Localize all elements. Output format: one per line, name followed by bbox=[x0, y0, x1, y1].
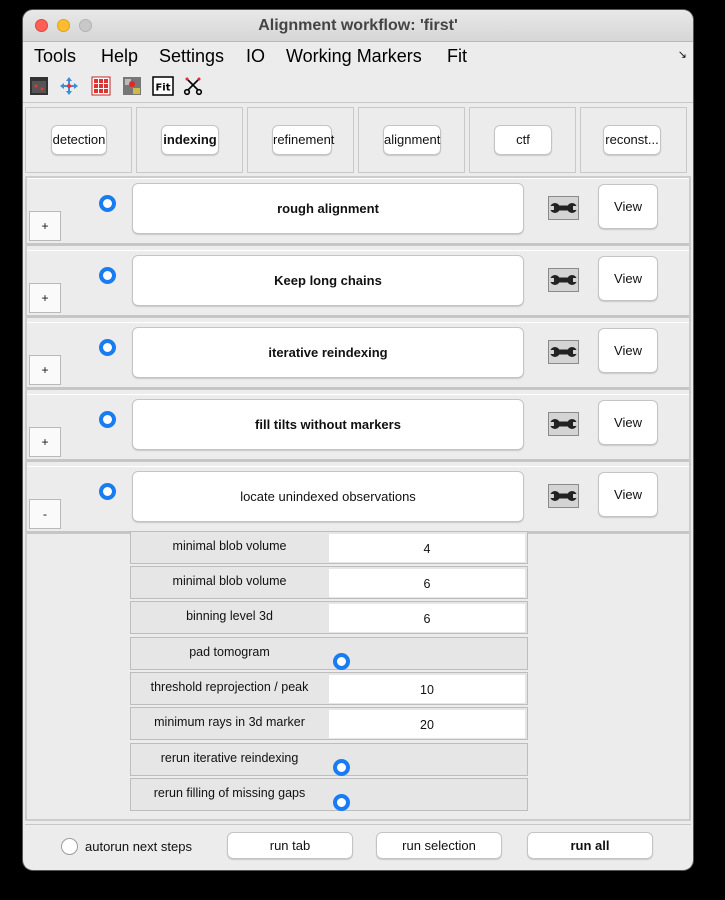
step-enabled-radio[interactable] bbox=[99, 267, 116, 284]
steps-panel: + rough alignment View + Keep long chain… bbox=[25, 176, 691, 821]
grid-icon[interactable] bbox=[91, 76, 111, 96]
wrench-icon[interactable] bbox=[548, 268, 579, 292]
menu-io[interactable]: IO bbox=[246, 46, 265, 67]
param-input[interactable]: 10 bbox=[329, 675, 525, 703]
pad-tomogram-radio[interactable] bbox=[333, 653, 350, 670]
step-keep-long-chains: + Keep long chains View bbox=[27, 250, 689, 318]
tab-cell-indexing: indexing bbox=[136, 107, 243, 173]
param-row: minimal blob volume 4 bbox=[130, 531, 528, 564]
param-label: minimum rays in 3d marker bbox=[154, 715, 305, 729]
title-bar: Alignment workflow: 'first' bbox=[23, 10, 693, 42]
param-label: threshold reprojection / peak bbox=[150, 680, 309, 694]
autorun-label: autorun next steps bbox=[85, 839, 192, 854]
wrench-icon[interactable] bbox=[548, 340, 579, 364]
param-row: rerun filling of missing gaps bbox=[130, 778, 528, 811]
step-enabled-radio[interactable] bbox=[99, 339, 116, 356]
tab-indexing[interactable]: indexing bbox=[161, 125, 219, 155]
expand-step-button[interactable]: + bbox=[29, 427, 61, 457]
tab-ctf[interactable]: ctf bbox=[494, 125, 552, 155]
param-label: rerun iterative reindexing bbox=[160, 751, 299, 765]
alignment-workflow-window: Alignment workflow: 'first' Tools Help S… bbox=[23, 10, 693, 870]
window-title: Alignment workflow: 'first' bbox=[258, 17, 458, 34]
view-button[interactable]: View bbox=[598, 328, 658, 373]
step-enabled-radio[interactable] bbox=[99, 411, 116, 428]
menu-settings[interactable]: Settings bbox=[159, 46, 224, 67]
rerun-filling-radio[interactable] bbox=[333, 794, 350, 811]
expand-step-button[interactable]: + bbox=[29, 355, 61, 385]
autorun-radio[interactable] bbox=[61, 838, 78, 855]
tab-cell-ctf: ctf bbox=[469, 107, 576, 173]
param-label: minimal blob volume bbox=[172, 539, 287, 553]
param-label: minimal blob volume bbox=[172, 574, 287, 588]
rerun-reindexing-radio[interactable] bbox=[333, 759, 350, 776]
tab-reconstruction[interactable]: reconst... bbox=[603, 125, 661, 155]
step-enabled-radio[interactable] bbox=[99, 483, 116, 500]
marker-view-icon[interactable] bbox=[122, 76, 142, 96]
step-enabled-radio[interactable] bbox=[99, 195, 116, 212]
param-label: binning level 3d bbox=[186, 609, 273, 623]
view-button[interactable]: View bbox=[598, 400, 658, 445]
expand-step-button[interactable]: + bbox=[29, 211, 61, 241]
run-all-button[interactable]: run all bbox=[527, 832, 653, 859]
param-label: pad tomogram bbox=[189, 645, 270, 659]
expand-step-button[interactable]: + bbox=[29, 283, 61, 313]
step-run-button[interactable]: iterative reindexing bbox=[132, 327, 524, 378]
step-fill-tilts: + fill tilts without markers View bbox=[27, 394, 689, 462]
param-label: rerun filling of missing gaps bbox=[153, 786, 306, 800]
collapse-step-button[interactable]: - bbox=[29, 499, 61, 529]
run-tab-button[interactable]: run tab bbox=[227, 832, 353, 859]
wrench-icon[interactable] bbox=[548, 412, 579, 436]
tab-cell-alignment: alignment bbox=[358, 107, 465, 173]
step-run-button[interactable]: Keep long chains bbox=[132, 255, 524, 306]
param-input[interactable]: 6 bbox=[329, 604, 525, 632]
param-row: rerun iterative reindexing bbox=[130, 743, 528, 776]
step-run-button[interactable]: rough alignment bbox=[132, 183, 524, 234]
toolbar: Fit bbox=[23, 69, 693, 103]
menu-tools[interactable]: Tools bbox=[34, 46, 76, 67]
param-row: minimal blob volume 6 bbox=[130, 566, 528, 599]
step-locate-unindexed: - locate unindexed observations View bbox=[27, 466, 689, 534]
view-button[interactable]: View bbox=[598, 472, 658, 517]
param-row: threshold reprojection / peak 10 bbox=[130, 672, 528, 705]
tab-cell-refinement: refinement bbox=[247, 107, 354, 173]
param-row: pad tomogram bbox=[130, 637, 528, 670]
workflow-tabs: detection indexing refinement alignment … bbox=[25, 107, 691, 173]
scissors-icon[interactable] bbox=[183, 76, 203, 96]
wrench-icon[interactable] bbox=[548, 196, 579, 220]
menu-working-markers[interactable]: Working Markers bbox=[286, 46, 422, 67]
undock-arrow-icon[interactable]: ↘ bbox=[678, 48, 687, 61]
tab-alignment[interactable]: alignment bbox=[383, 125, 441, 155]
run-selection-button[interactable]: run selection bbox=[376, 832, 502, 859]
move-markers-icon[interactable] bbox=[59, 76, 79, 96]
param-input[interactable]: 6 bbox=[329, 569, 525, 597]
wrench-icon[interactable] bbox=[548, 484, 579, 508]
tab-detection[interactable]: detection bbox=[51, 125, 107, 155]
param-row: binning level 3d 6 bbox=[130, 601, 528, 634]
tab-refinement[interactable]: refinement bbox=[272, 125, 334, 155]
tab-cell-detection: detection bbox=[25, 107, 132, 173]
view-button[interactable]: View bbox=[598, 256, 658, 301]
param-row: minimum rays in 3d marker 20 bbox=[130, 707, 528, 740]
overview-icon[interactable] bbox=[29, 76, 49, 96]
fit-icon-label: Fit bbox=[155, 83, 170, 94]
view-button[interactable]: View bbox=[598, 184, 658, 229]
tab-cell-reconstruction: reconst... bbox=[580, 107, 687, 173]
bottom-bar: autorun next steps run tab run selection… bbox=[25, 824, 691, 868]
step-iterative-reindexing: + iterative reindexing View bbox=[27, 322, 689, 390]
param-input[interactable]: 4 bbox=[329, 534, 525, 562]
menu-bar: Tools Help Settings IO Working Markers F… bbox=[23, 42, 693, 69]
menu-fit[interactable]: Fit bbox=[447, 46, 467, 67]
param-input[interactable]: 20 bbox=[329, 710, 525, 738]
step-run-button[interactable]: fill tilts without markers bbox=[132, 399, 524, 450]
menu-help[interactable]: Help bbox=[101, 46, 138, 67]
fit-icon[interactable]: Fit bbox=[152, 76, 174, 96]
step-run-button[interactable]: locate unindexed observations bbox=[132, 471, 524, 522]
step-rough-alignment: + rough alignment View bbox=[27, 178, 689, 246]
